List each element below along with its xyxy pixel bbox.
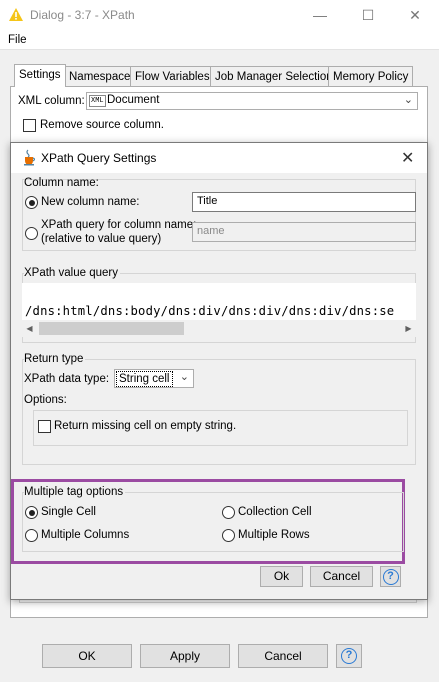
xml-column-label: XML column: [18, 95, 85, 107]
help-button[interactable]: ? [336, 644, 362, 668]
minimize-button[interactable]: — [297, 4, 343, 26]
single-cell-label: Single Cell [41, 506, 96, 518]
dialog-cancel-button[interactable]: Cancel [310, 566, 373, 587]
multiple-rows-label: Multiple Rows [238, 529, 310, 541]
help-icon: ? [382, 568, 399, 585]
scrollbar-thumb[interactable] [39, 322, 184, 335]
tab-flow-variables[interactable]: Flow Variables [130, 66, 215, 87]
new-column-name-input[interactable]: Title [192, 192, 416, 212]
return-missing-label: Return missing cell on empty string. [54, 420, 237, 432]
chevron-down-icon: ⌄ [179, 371, 189, 383]
options-label: Options: [24, 394, 67, 406]
data-type-value: String cell [116, 371, 173, 387]
return-missing-checkbox[interactable] [38, 420, 51, 433]
xpath-query-column-label: XPath query for column name: [41, 219, 197, 231]
window-close-button[interactable]: ✕ [392, 4, 438, 26]
xpath-text-viewport: /dns:html/dns:body/dns:div/dns:div/dns:d… [22, 283, 416, 320]
collection-cell-label: Collection Cell [238, 506, 312, 518]
multiple-columns-label: Multiple Columns [41, 529, 130, 541]
maximize-button[interactable]: ☐ [345, 4, 391, 26]
data-type-select[interactable]: String cell ⌄ [114, 369, 194, 388]
scroll-left-icon[interactable]: ◀ [22, 320, 37, 337]
warning-app-icon [9, 8, 23, 21]
xpath-query-dialog: XPath Query Settings ✕ Column name: New … [10, 142, 428, 600]
dialog-close-button[interactable]: ✕ [401, 148, 414, 168]
remove-source-label: Remove source column. [40, 119, 164, 131]
multiple-columns-radio[interactable] [25, 529, 38, 542]
tab-settings[interactable]: Settings [14, 64, 66, 87]
java-cup-icon [24, 149, 35, 166]
single-cell-radio[interactable] [25, 506, 38, 519]
new-column-radio[interactable] [25, 196, 38, 209]
menu-file[interactable]: File [8, 34, 27, 46]
collection-cell-radio[interactable] [222, 506, 235, 519]
cancel-button[interactable]: Cancel [238, 644, 328, 668]
new-column-label: New column name: [41, 196, 140, 208]
remove-source-checkbox[interactable] [23, 119, 36, 132]
xpath-query-relative-label: (relative to value query) [41, 233, 162, 245]
dialog-title: XPath Query Settings [41, 151, 157, 165]
apply-button[interactable]: Apply [140, 644, 230, 668]
window-titlebar: Dialog - 3:7 - XPath — ☐ ✕ [0, 0, 439, 30]
multiple-tag-group [22, 492, 404, 552]
multiple-tag-group-label: Multiple tag options [24, 486, 126, 498]
data-type-label: XPath data type: [24, 373, 110, 385]
xpath-column-name-radio[interactable] [25, 227, 38, 240]
dialog-ok-button[interactable]: Ok [260, 566, 303, 587]
multiple-rows-radio[interactable] [222, 529, 235, 542]
xml-column-select[interactable]: XML Document ⌄ [86, 92, 418, 110]
xml-type-icon: XML [89, 95, 106, 107]
scroll-right-icon[interactable]: ▶ [401, 320, 416, 337]
window-title: Dialog - 3:7 - XPath [30, 8, 135, 22]
xpath-column-name-input[interactable]: name [192, 222, 416, 242]
dialog-help-button[interactable]: ? [380, 566, 401, 587]
xml-column-value: Document [107, 94, 160, 106]
menu-bar: File [0, 30, 439, 50]
ok-button[interactable]: OK [42, 644, 132, 668]
tab-job-manager-selection[interactable]: Job Manager Selection [210, 66, 338, 87]
dialog-titlebar: XPath Query Settings ✕ [11, 143, 427, 173]
horizontal-scrollbar[interactable]: ◀ ▶ [22, 320, 416, 337]
xpath-value-group-label: XPath value query [24, 267, 120, 279]
tab-memory-policy[interactable]: Memory Policy [328, 66, 414, 87]
xpath-value-query-text: /dns:html/dns:body/dns:div/dns:div/dns:d… [25, 304, 395, 318]
help-icon: ? [341, 648, 357, 664]
tab-namespace[interactable]: Namespace [64, 66, 136, 87]
column-name-group-label: Column name: [24, 177, 99, 189]
xpath-value-query-field[interactable]: /dns:html/dns:body/dns:div/dns:div/dns:d… [22, 283, 416, 337]
return-type-group-label: Return type [24, 353, 86, 365]
chevron-down-icon: ⌄ [403, 94, 413, 106]
